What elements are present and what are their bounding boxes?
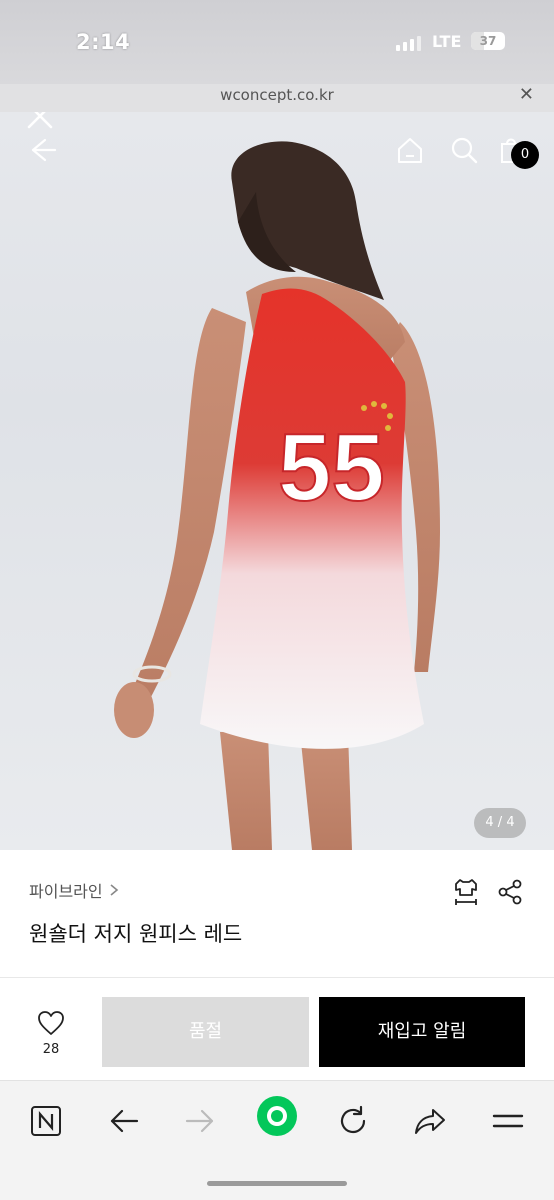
image-counter: 4 / 4 [474, 808, 526, 838]
cart-count-badge: 0 [511, 141, 539, 169]
size-guide-icon[interactable] [450, 876, 482, 908]
naver-n-icon[interactable] [24, 1099, 68, 1143]
menu-icon[interactable] [486, 1099, 530, 1143]
back-arrow-icon[interactable] [24, 132, 60, 168]
heart-icon [38, 1011, 64, 1035]
status-time: 2:14 [76, 30, 131, 54]
chevron-right-icon [110, 884, 118, 896]
like-count: 28 [42, 1042, 60, 1057]
like-button[interactable]: 28 [30, 1010, 72, 1057]
refresh-icon[interactable] [331, 1099, 375, 1143]
url-bar[interactable]: wconcept.co.kr ✕ [0, 84, 554, 112]
search-icon[interactable] [446, 132, 482, 168]
home-icon[interactable] [392, 132, 428, 168]
battery-icon: 37 [471, 32, 505, 50]
status-bar: 2:14 LTE 37 [0, 0, 554, 84]
naver-green-dot-icon[interactable] [254, 1093, 300, 1139]
brand-link[interactable]: 파이브라인 [29, 878, 119, 902]
network-label: LTE [432, 32, 462, 51]
product-title: 원숄더 저지 원피스 레드 [29, 922, 243, 946]
brand-name: 파이브라인 [29, 882, 103, 901]
share-forward-icon[interactable] [408, 1099, 452, 1143]
jersey-number: 55 [278, 414, 385, 521]
home-indicator [207, 1181, 347, 1186]
close-icon[interactable] [22, 112, 58, 134]
url-close-icon[interactable]: ✕ [519, 84, 534, 105]
page: 2:14 LTE 37 wconcept.co.kr ✕ 55 4 / 4 0 … [0, 0, 554, 1200]
product-image[interactable]: 55 4 / 4 [0, 112, 554, 850]
browser-forward-icon[interactable] [178, 1099, 222, 1143]
restock-alert-button[interactable]: 재입고 알림 [319, 997, 525, 1067]
share-icon[interactable] [494, 876, 526, 908]
product-info: 파이브라인 원숄더 저지 원피스 레드 [0, 850, 554, 978]
battery-level: 37 [479, 34, 497, 48]
signal-icon [396, 36, 421, 51]
purchase-bar: 28 품절 재입고 알림 [0, 978, 554, 1080]
soldout-button[interactable]: 품절 [102, 997, 309, 1067]
model-photo: 55 [114, 141, 440, 850]
url-text[interactable]: wconcept.co.kr [0, 86, 554, 104]
browser-back-icon[interactable] [102, 1099, 146, 1143]
